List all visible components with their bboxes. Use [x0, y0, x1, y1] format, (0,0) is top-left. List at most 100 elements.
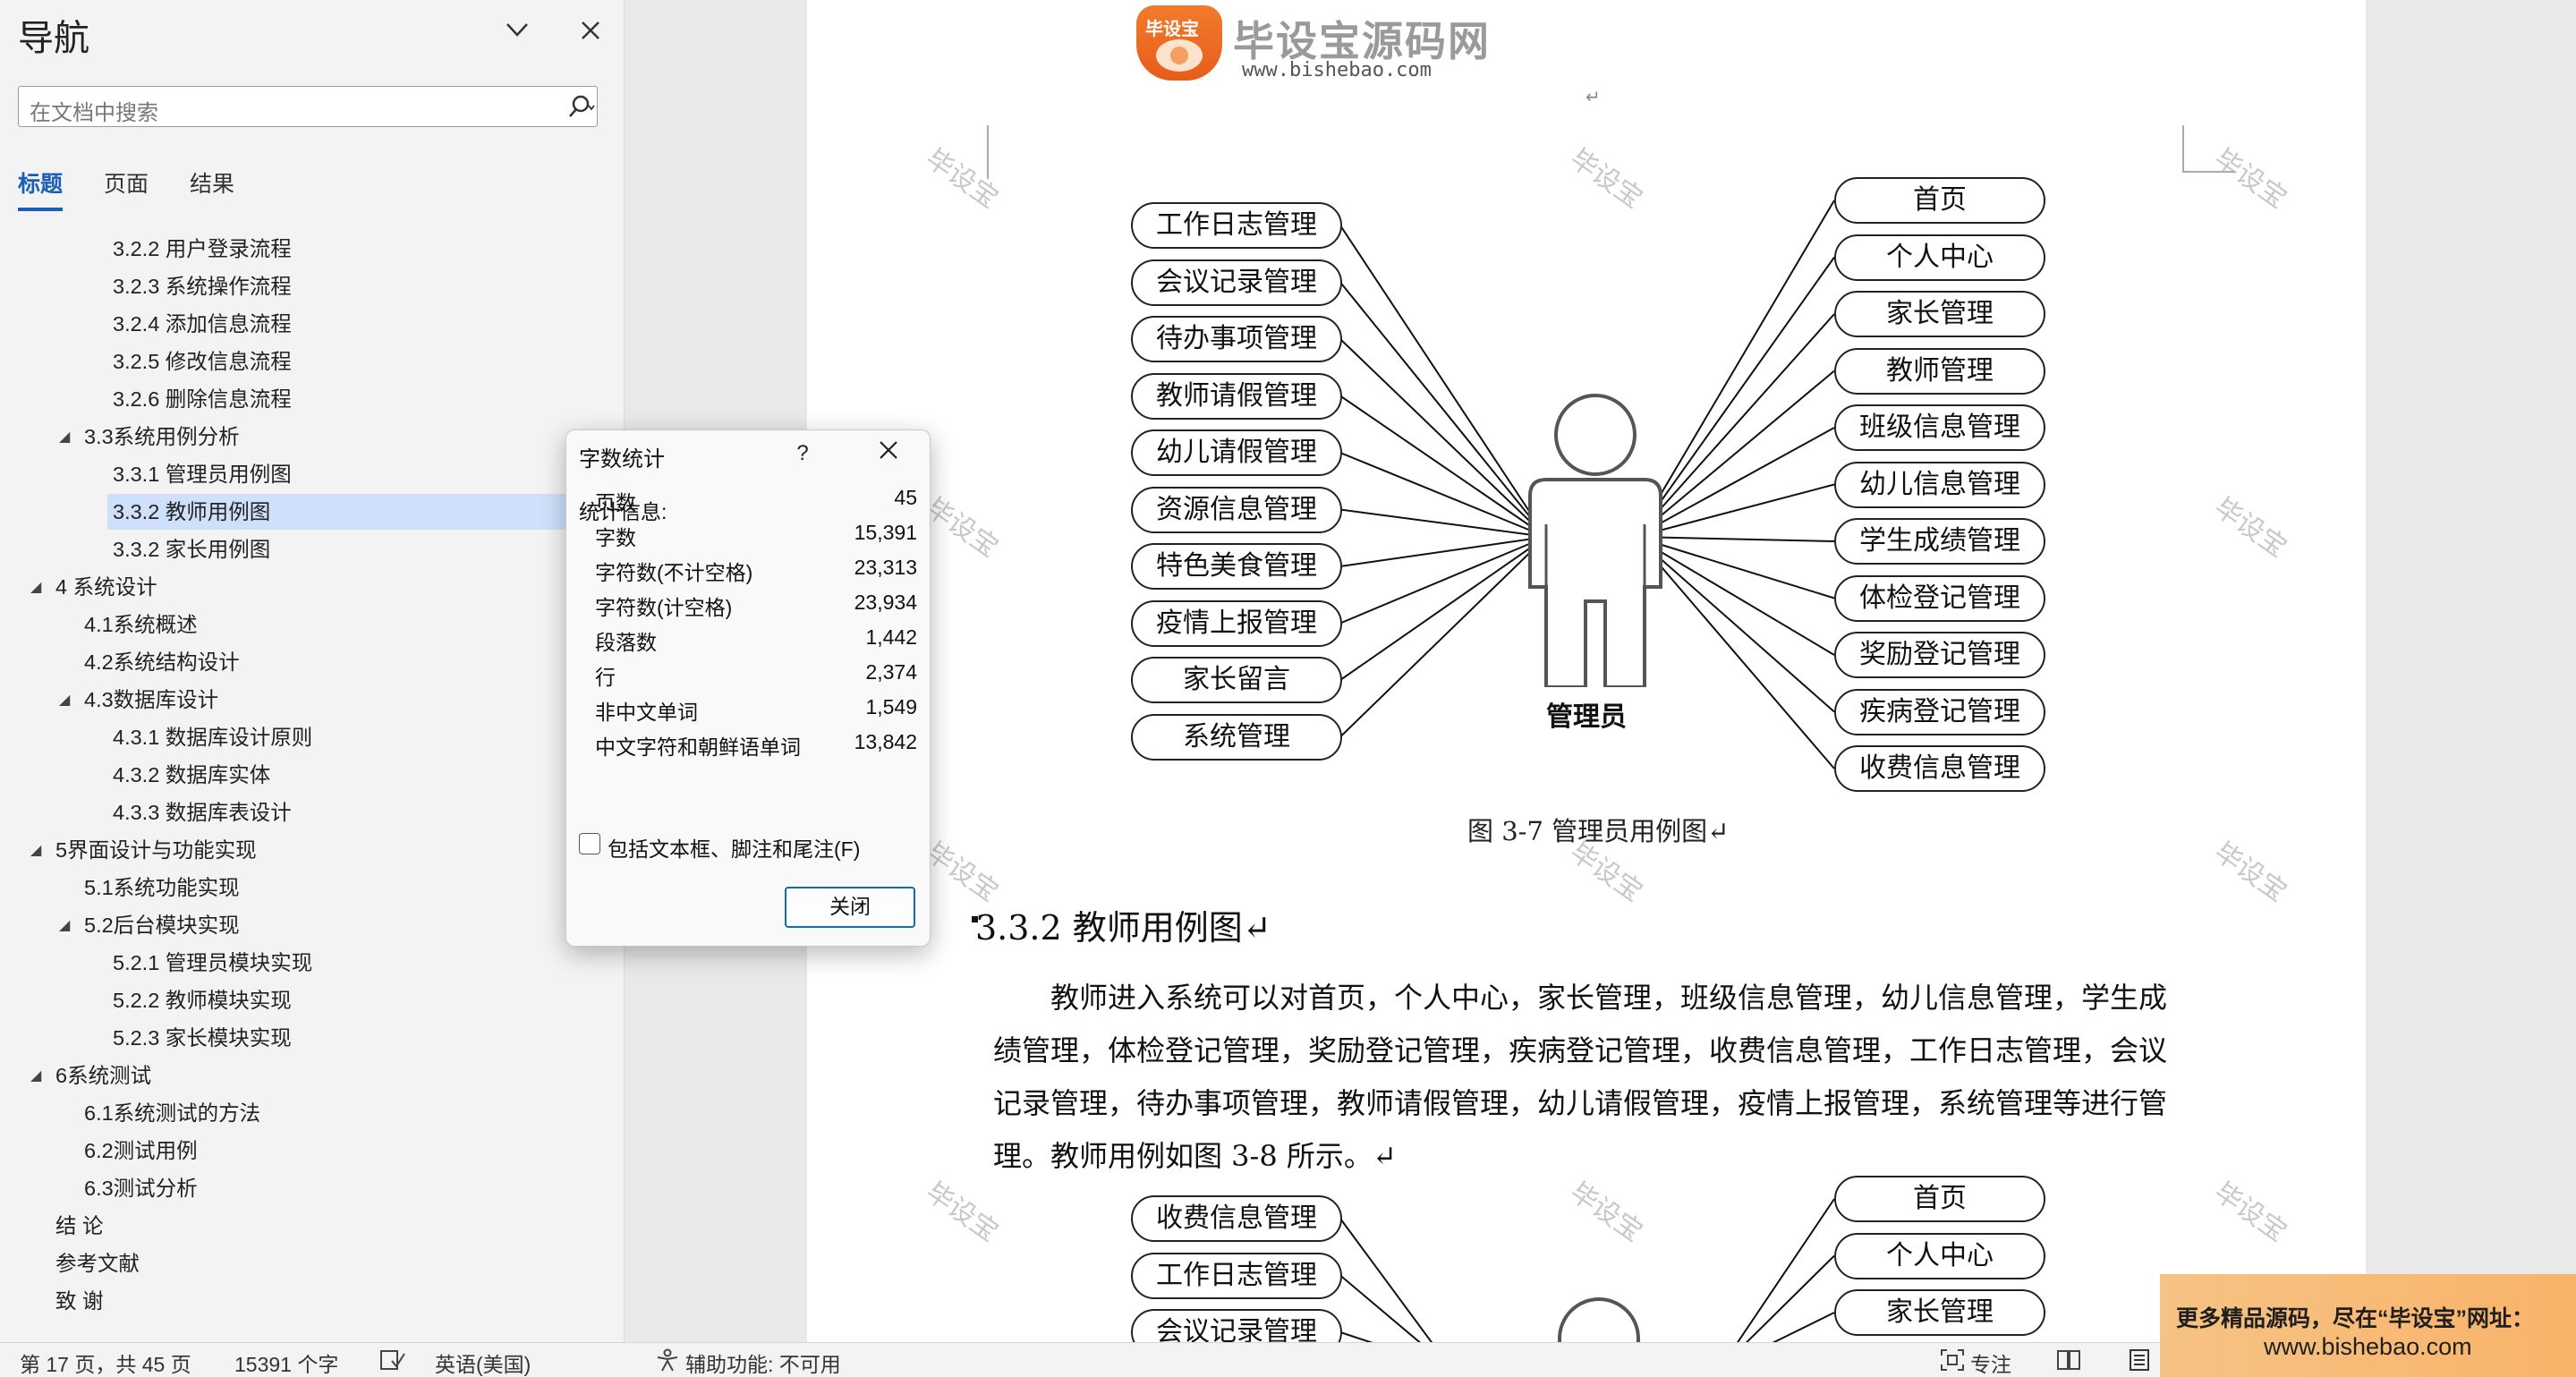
print-layout-icon[interactable]	[2128, 1348, 2151, 1377]
tab-results[interactable]: 结果	[190, 166, 234, 199]
outline-item[interactable]: 4.3.3 数据库表设计	[113, 795, 292, 830]
nav-search-placeholder: 在文档中搜索	[30, 101, 158, 125]
actor-figure-icon	[1528, 394, 1662, 687]
tab-headings[interactable]: 标题	[18, 166, 63, 199]
stat-label: 页数	[595, 491, 636, 514]
outline-item[interactable]: 3.2.3 系统操作流程	[113, 268, 292, 304]
use-case-oval: 幼儿信息管理	[1834, 461, 2045, 508]
outline-item[interactable]: 6.1系统测试的方法	[84, 1095, 260, 1131]
outline-item[interactable]: 3.3.2 教师用例图	[107, 494, 576, 530]
search-icon[interactable]	[566, 92, 597, 123]
dialog-title: 字数统计	[579, 447, 665, 472]
stat-row: 非中文单词 1,549	[595, 695, 917, 727]
outline-item[interactable]: 结 论	[55, 1208, 104, 1244]
stat-label: 非中文单词	[595, 701, 698, 724]
actor-label: 管理员	[1546, 701, 1627, 733]
stat-value: 1,442	[865, 625, 917, 649]
outline-item[interactable]: 3.2.4 添加信息流程	[113, 306, 292, 342]
use-case-oval: 首页	[1834, 1176, 2045, 1222]
accessibility-status[interactable]: 辅助功能: 不可用	[685, 1347, 841, 1377]
outline-item[interactable]: 3.3.1 管理员用例图	[113, 456, 292, 492]
outline-item[interactable]: 致 谢	[55, 1283, 104, 1319]
outline-item[interactable]: 4.3.2 数据库实体	[113, 757, 270, 793]
use-case-oval: 会议记录管理	[1131, 1309, 1342, 1342]
stat-value: 23,934	[854, 591, 917, 614]
use-case-oval: 教师管理	[1834, 347, 2045, 395]
include-textboxes-label[interactable]: 包括文本框、脚注和尾注(F)	[608, 832, 860, 863]
outline-item[interactable]: 5.2.2 教师模块实现	[113, 982, 292, 1018]
stat-label: 字符数(计空格)	[595, 596, 733, 619]
include-textboxes-checkbox[interactable]	[579, 833, 600, 854]
stat-row: 中文字符和朝鲜语单词 13,842	[595, 730, 917, 762]
use-case-oval: 疫情上报管理	[1131, 599, 1342, 647]
outline-item[interactable]: 5.1系统功能实现	[84, 870, 240, 905]
stat-value: 15,391	[854, 521, 917, 544]
word-count-status[interactable]: 15391 个字	[234, 1347, 338, 1377]
use-case-oval: 家长管理	[1834, 1289, 2045, 1336]
outline-item[interactable]: 3.2.5 修改信息流程	[113, 344, 292, 379]
expand-triangle-icon[interactable]: ◢	[59, 428, 70, 446]
body-paragraph: 教师进入系统可以对首页，个人中心，家长管理，班级信息管理，幼儿信息管理，学生成绩…	[993, 981, 2168, 1173]
focus-mode-button[interactable]: 专注	[1970, 1347, 2011, 1377]
focus-mode-icon[interactable]	[1940, 1348, 1965, 1377]
stat-value: 2,374	[865, 660, 917, 684]
outline-item[interactable]: 参考文献	[55, 1245, 140, 1281]
use-case-oval: 工作日志管理	[1131, 202, 1342, 249]
use-case-oval: 收费信息管理	[1834, 745, 2045, 792]
figure-caption: 图 3-7 管理员用例图↵	[1467, 816, 1730, 846]
outline-item[interactable]: 5界面设计与功能实现	[55, 832, 257, 868]
word-count-dialog: 字数统计 ? 统计信息: 页数 45 字数 15,391 字符数(不计空格) 23,313…	[565, 429, 931, 947]
stat-row: 页数 45	[595, 486, 917, 518]
nav-close-icon[interactable]	[573, 16, 608, 52]
outline-item[interactable]: 5.2.3 家长模块实现	[113, 1020, 292, 1056]
expand-triangle-icon[interactable]: ◢	[30, 1067, 41, 1084]
use-case-oval: 会议记录管理	[1131, 259, 1342, 306]
stat-row: 字符数(计空格) 23,934	[595, 591, 917, 623]
use-case-oval: 待办事项管理	[1131, 316, 1342, 362]
outline-item[interactable]: 4.3数据库设计	[84, 682, 218, 718]
outline-item[interactable]: 6系统测试	[55, 1058, 151, 1093]
outline-item[interactable]: 5.2.1 管理员模块实现	[113, 945, 312, 981]
ad-banner[interactable]: 更多精品源码，尽在“毕设宝”网址： www.bishebao.com	[2160, 1274, 2576, 1377]
language-status[interactable]: 英语(美国)	[435, 1347, 531, 1377]
tab-active-underline	[18, 208, 63, 211]
use-case-oval: 系统管理	[1131, 713, 1342, 761]
close-button[interactable]: 关闭	[785, 887, 915, 928]
outline-item[interactable]: 6.3测试分析	[84, 1170, 198, 1206]
tab-pages[interactable]: 页面	[104, 166, 149, 199]
document-page[interactable]: 毕设宝 毕设宝源码网 www.bishebao.com 毕设宝 毕设宝 毕设宝 …	[807, 0, 2366, 1342]
heading-bullet	[972, 916, 978, 922]
outline-item[interactable]: 4.2系统结构设计	[84, 644, 240, 680]
expand-triangle-icon[interactable]: ◢	[30, 841, 41, 859]
expand-triangle-icon[interactable]: ◢	[59, 916, 70, 934]
outline-item[interactable]: 3.2.2 用户登录流程	[113, 231, 292, 267]
page-count-status[interactable]: 第 17 页，共 45 页	[20, 1347, 191, 1377]
stat-label: 字数	[595, 526, 636, 549]
nav-search-input[interactable]: 在文档中搜索	[18, 86, 598, 127]
outline-item[interactable]: 4.3.1 数据库设计原则	[113, 719, 312, 755]
outline-item[interactable]: 3.3系统用例分析	[84, 419, 240, 455]
outline-item[interactable]: 3.3.2 家长用例图	[113, 531, 270, 567]
proofing-icon[interactable]	[379, 1348, 406, 1377]
stat-row: 字数 15,391	[595, 521, 917, 553]
use-case-oval: 疾病登记管理	[1834, 688, 2045, 735]
nav-options-chevron-icon[interactable]	[499, 16, 535, 52]
stat-value: 1,549	[865, 695, 917, 718]
dialog-close-icon[interactable]	[871, 436, 906, 472]
outline-item[interactable]: 3.2.6 删除信息流程	[113, 381, 292, 417]
ad-line-1: 更多精品源码，尽在“毕设宝”网址：	[2176, 1306, 2535, 1331]
read-mode-icon[interactable]	[2056, 1348, 2081, 1377]
accessibility-icon	[655, 1348, 680, 1377]
expand-triangle-icon[interactable]: ◢	[30, 578, 41, 596]
help-icon[interactable]: ?	[786, 438, 819, 470]
expand-triangle-icon[interactable]: ◢	[59, 691, 70, 709]
outline-item[interactable]: 5.2后台模块实现	[84, 907, 240, 943]
outline-item[interactable]: 4 系统设计	[55, 569, 157, 605]
use-case-oval: 幼儿请假管理	[1131, 429, 1342, 476]
use-case-oval: 奖励登记管理	[1834, 632, 2045, 678]
use-case-oval: 学生成绩管理	[1834, 518, 2045, 565]
use-case-oval: 特色美食管理	[1131, 543, 1342, 590]
section-heading: 3.3.2 教师用例图↵	[975, 908, 1271, 948]
outline-item[interactable]: 6.2测试用例	[84, 1133, 198, 1169]
outline-item[interactable]: 4.1系统概述	[84, 607, 198, 642]
